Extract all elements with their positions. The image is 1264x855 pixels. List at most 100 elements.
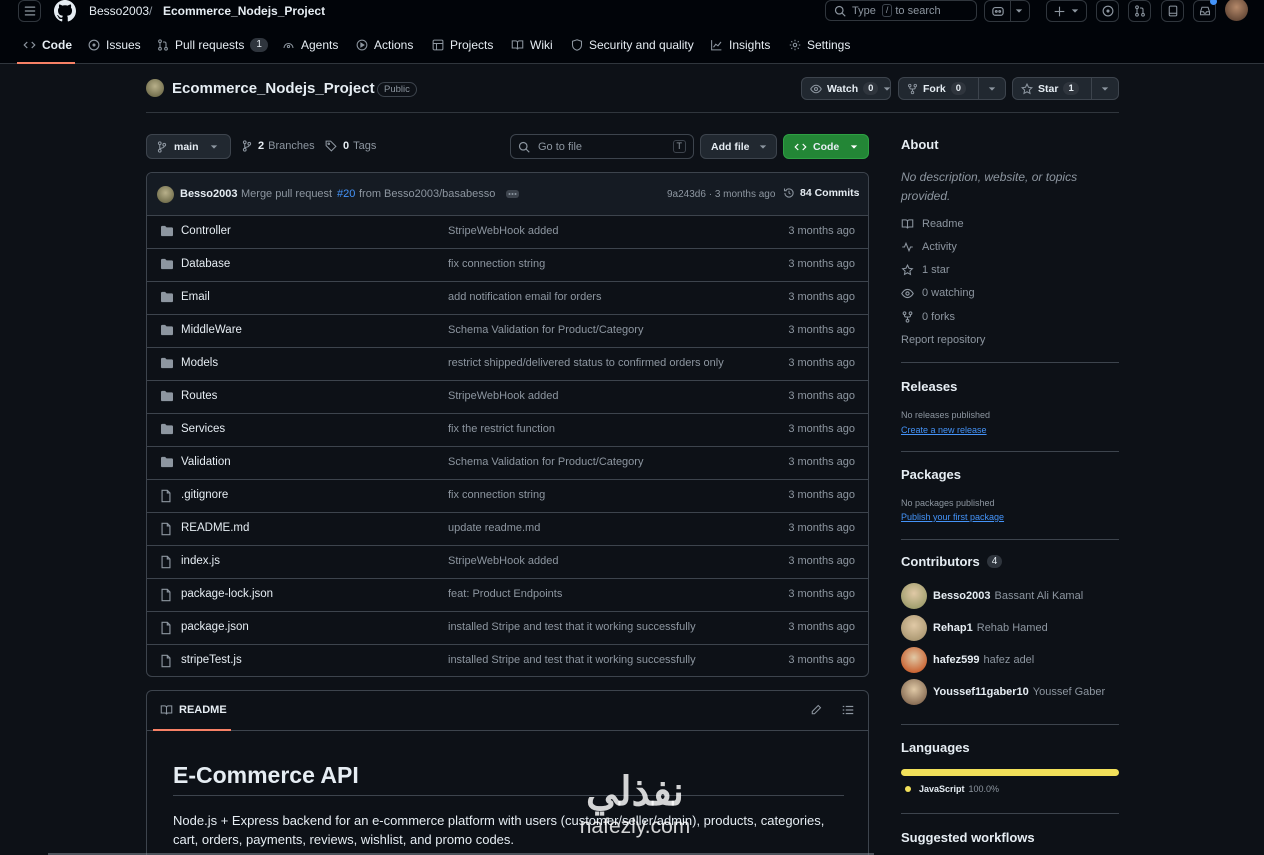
tab-actions[interactable]: Actions — [356, 37, 413, 53]
code-button[interactable]: Code — [783, 134, 869, 159]
about-watchers-link[interactable]: 0 watching — [901, 287, 975, 299]
breadcrumb-repo[interactable]: Ecommerce_Nodejs_Project — [163, 4, 325, 18]
commit-message-pre[interactable]: Merge pull request — [241, 188, 332, 200]
file-name-link[interactable]: Services — [181, 423, 225, 435]
go-to-file-input[interactable]: Go to file T — [510, 134, 694, 159]
file-commit-message[interactable]: StripeWebHook added — [448, 225, 558, 237]
file-name-link[interactable]: index.js — [181, 555, 220, 567]
about-stars-link[interactable]: 1 star — [901, 264, 950, 276]
commit-author-avatar[interactable] — [157, 186, 174, 203]
file-row[interactable]: Database fix connection string 3 months ag… — [147, 249, 868, 282]
file-commit-message[interactable]: installed Stripe and test that it workin… — [448, 621, 696, 633]
notifications-button[interactable] — [1193, 0, 1217, 22]
branch-selector[interactable]: main — [146, 134, 231, 159]
commit-hash-time[interactable]: 9a243d6 · 3 months ago — [667, 189, 775, 200]
file-commit-message[interactable]: feat: Product Endpoints — [448, 588, 562, 600]
star-button[interactable]: Star 1 — [1012, 77, 1119, 100]
contributor-item[interactable]: Youssef11gaber10 Youssef Gaber — [901, 679, 1105, 705]
language-item[interactable]: JavaScript 100.0% — [905, 784, 999, 794]
file-name-link[interactable]: package-lock.json — [181, 588, 273, 600]
repo-title[interactable]: Ecommerce_Nodejs_Project — [172, 80, 375, 97]
expand-commit-button[interactable] — [506, 190, 519, 198]
file-row[interactable]: README.md update readme.md 3 months ago — [147, 513, 868, 546]
file-row[interactable]: Models restrict shipped/delivered status … — [147, 348, 868, 381]
branches-link[interactable]: 2 Branches — [242, 140, 315, 152]
file-commit-message[interactable]: fix connection string — [448, 489, 545, 501]
file-name-link[interactable]: Controller — [181, 225, 231, 237]
commit-author[interactable]: Besso2003 — [180, 188, 238, 200]
file-name-link[interactable]: stripeTest.js — [181, 654, 242, 666]
file-name-link[interactable]: Database — [181, 258, 230, 270]
contributors-heading[interactable]: Contributors 4 — [901, 554, 1003, 569]
tab-issues[interactable]: Issues — [88, 37, 141, 53]
file-name-link[interactable]: Email — [181, 291, 210, 303]
contributor-item[interactable]: Besso2003 Bassant Ali Kamal — [901, 583, 1083, 609]
file-row[interactable]: package-lock.json feat: Product Endpoints… — [147, 579, 868, 612]
file-row[interactable]: package.json installed Stripe and test th… — [147, 612, 868, 645]
packages-heading[interactable]: Packages — [901, 467, 961, 482]
file-commit-message[interactable]: update readme.md — [448, 522, 540, 534]
file-row[interactable]: index.js StripeWebHook added 3 months ago — [147, 546, 868, 579]
tab-pull-requests[interactable]: Pull requests 1 — [157, 37, 268, 53]
tab-insights[interactable]: Insights — [710, 37, 770, 53]
file-name-link[interactable]: Validation — [181, 456, 231, 468]
tab-settings[interactable]: Settings — [789, 37, 850, 53]
readme-tab[interactable]: README — [160, 704, 227, 716]
create-release-link[interactable]: Create a new release — [901, 425, 987, 435]
file-row[interactable]: Email add notification email for orders 3 … — [147, 282, 868, 315]
commit-message-post[interactable]: from Besso2003/basabesso — [359, 188, 495, 200]
file-row[interactable]: .gitignore fix connection string 3 months … — [147, 480, 868, 513]
file-name-link[interactable]: Routes — [181, 390, 217, 402]
copilot-button[interactable] — [984, 0, 1030, 22]
file-commit-message[interactable]: fix connection string — [448, 258, 545, 270]
add-file-button[interactable]: Add file — [700, 134, 777, 159]
breadcrumb-owner[interactable]: Besso2003 — [89, 4, 149, 18]
fork-dropdown[interactable] — [978, 78, 1005, 99]
tab-code[interactable]: Code — [23, 37, 72, 53]
watch-dropdown[interactable] — [883, 85, 897, 93]
contributor-item[interactable]: Rehap1 Rehab Hamed — [901, 615, 1048, 641]
tab-projects[interactable]: Projects — [432, 37, 493, 53]
watch-button[interactable]: Watch 0 — [801, 77, 891, 100]
releases-heading[interactable]: Releases — [901, 379, 957, 394]
file-name-link[interactable]: Models — [181, 357, 218, 369]
copilot-dropdown[interactable] — [1010, 1, 1023, 21]
menu-button[interactable] — [18, 0, 41, 22]
star-dropdown[interactable] — [1091, 78, 1118, 99]
about-forks-link[interactable]: 0 forks — [901, 311, 955, 323]
create-new-button[interactable] — [1046, 0, 1087, 22]
global-search-input[interactable]: Type / to search — [825, 0, 977, 21]
file-name-link[interactable]: README.md — [181, 522, 249, 534]
file-commit-message[interactable]: Schema Validation for Product/Category — [448, 324, 643, 336]
file-row[interactable]: Validation Schema Validation for Product/… — [147, 447, 868, 480]
repo-owner-avatar[interactable] — [146, 79, 164, 97]
publish-package-link[interactable]: Publish your first package — [901, 512, 1004, 522]
user-avatar[interactable] — [1225, 0, 1248, 21]
file-commit-message[interactable]: installed Stripe and test that it workin… — [448, 654, 696, 666]
tab-security[interactable]: Security and quality — [571, 37, 694, 53]
file-row[interactable]: Controller StripeWebHook added 3 months ag… — [147, 216, 868, 249]
commits-history-link[interactable]: 84 Commits — [783, 187, 860, 199]
github-logo-icon[interactable] — [53, 0, 77, 22]
file-commit-message[interactable]: StripeWebHook added — [448, 555, 558, 567]
report-repository-link[interactable]: Report repository — [901, 334, 985, 346]
file-name-link[interactable]: MiddleWare — [181, 324, 242, 336]
readme-outline-button[interactable] — [842, 704, 854, 716]
file-commit-message[interactable]: StripeWebHook added — [448, 390, 558, 402]
file-commit-message[interactable]: restrict shipped/delivered status to con… — [448, 357, 724, 369]
repositories-button[interactable] — [1161, 0, 1184, 22]
file-commit-message[interactable]: fix the restrict function — [448, 423, 555, 435]
about-activity-link[interactable]: Activity — [901, 241, 957, 253]
issues-button[interactable] — [1096, 0, 1119, 22]
file-row[interactable]: Routes StripeWebHook added 3 months ago — [147, 381, 868, 414]
commit-pr-link[interactable]: #20 — [337, 188, 355, 200]
tab-wiki[interactable]: Wiki — [511, 37, 553, 53]
file-name-link[interactable]: .gitignore — [181, 489, 228, 501]
contributor-item[interactable]: hafez599 hafez adel — [901, 647, 1034, 673]
file-commit-message[interactable]: Schema Validation for Product/Category — [448, 456, 643, 468]
file-row[interactable]: stripeTest.js installed Stripe and test t… — [147, 645, 868, 676]
tab-agents[interactable]: Agents — [282, 37, 338, 53]
tags-link[interactable]: 0 Tags — [325, 140, 376, 152]
file-row[interactable]: Services fix the restrict function 3 month… — [147, 414, 868, 447]
edit-readme-button[interactable] — [810, 704, 822, 716]
